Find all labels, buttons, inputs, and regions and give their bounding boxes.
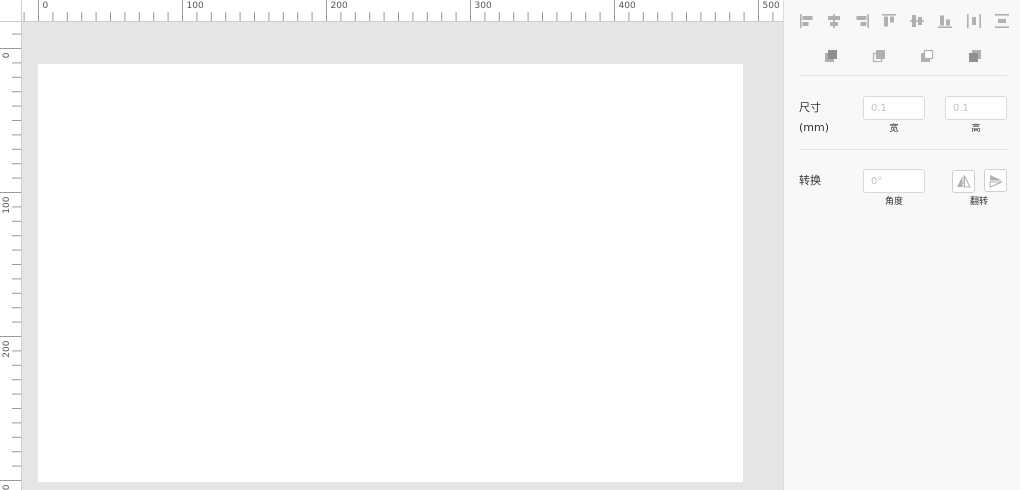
bring-to-front-icon[interactable] (821, 46, 841, 66)
flip-horizontal-button[interactable] (952, 170, 975, 193)
angle-input[interactable] (863, 169, 925, 193)
flip-vertical-button[interactable] (984, 169, 1007, 192)
send-to-back-icon[interactable] (965, 46, 985, 66)
ruler-label: 100 (187, 1, 204, 11)
align-center-horizontal-icon[interactable] (824, 11, 844, 31)
ruler-label: 500 (763, 1, 780, 11)
flip-caption: 翻转 (969, 197, 988, 207)
ruler-label: 200 (2, 340, 12, 357)
ruler-label: 200 (331, 1, 348, 11)
design-page[interactable] (38, 64, 743, 482)
ruler-label: 300 (475, 1, 492, 11)
canvas-workspace[interactable]: 0 100 200 300 400 500 0 100 200 300 (0, 0, 783, 490)
ruler-corner (0, 0, 22, 22)
ruler-label: 300 (2, 484, 12, 490)
align-bottom-icon[interactable] (935, 11, 955, 31)
ruler-label: 0 (43, 1, 49, 11)
angle-caption: 角度 (884, 197, 903, 207)
transform-label: 转换 (799, 174, 821, 187)
height-caption: 高 (971, 124, 981, 134)
send-backward-icon[interactable] (917, 46, 937, 66)
properties-panel: 尺寸 (mm) 宽 高 转换 角度 翻转 (783, 0, 1020, 490)
align-left-icon[interactable] (797, 11, 817, 31)
ruler-label: 100 (2, 196, 12, 213)
vertical-ruler: 0 100 200 300 (0, 22, 22, 490)
align-middle-vertical-icon[interactable] (907, 11, 927, 31)
flip-horizontal-icon (957, 175, 971, 188)
distribute-vertical-icon[interactable] (992, 11, 1012, 31)
ruler-label: 400 (619, 1, 636, 11)
section-divider (799, 75, 1007, 76)
size-label: 尺寸 (799, 101, 821, 114)
width-input[interactable] (863, 96, 925, 120)
ruler-label: 0 (2, 52, 12, 58)
width-caption: 宽 (889, 124, 899, 134)
align-top-icon[interactable] (879, 11, 899, 31)
horizontal-ruler: 0 100 200 300 400 500 (22, 0, 783, 22)
height-input[interactable] (945, 96, 1007, 120)
flip-vertical-icon (989, 174, 1002, 188)
section-divider (799, 149, 1007, 150)
bring-forward-icon[interactable] (869, 46, 889, 66)
align-right-icon[interactable] (852, 11, 872, 31)
distribute-horizontal-icon[interactable] (964, 11, 984, 31)
size-unit-label: (mm) (799, 121, 830, 134)
